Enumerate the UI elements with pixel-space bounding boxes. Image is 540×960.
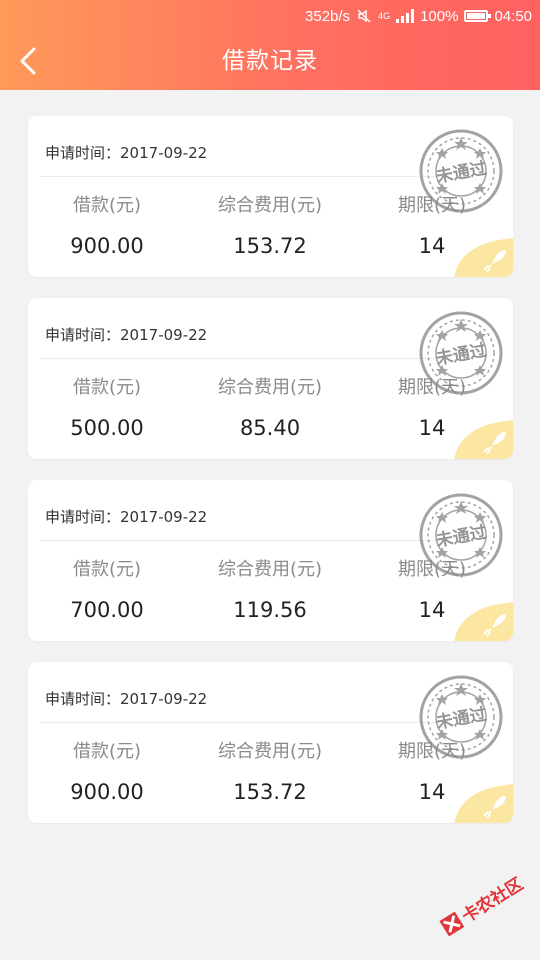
- fee-value: 119.56: [233, 598, 307, 622]
- battery-percent: 100%: [420, 7, 459, 25]
- rocket-corner-icon: [454, 420, 513, 459]
- loan-record-card[interactable]: 申请时间：2017-09-22 未通过 借款(元) 500.00 综合费用(元)…: [28, 298, 513, 459]
- amount-label: 借款(元): [72, 741, 142, 762]
- fee-label: 综合费用(元): [217, 559, 323, 580]
- amount-label: 借款(元): [72, 377, 142, 398]
- date-value: 2017-09-22: [120, 326, 208, 344]
- clock: 04:50: [494, 7, 532, 25]
- rocket-corner-icon: [454, 602, 513, 641]
- date-label: 申请时间：: [45, 690, 121, 708]
- community-watermark-logo: 卡农社区: [439, 873, 527, 937]
- amount-label: 借款(元): [72, 559, 142, 580]
- loan-record-card[interactable]: 申请时间：2017-09-22 未通过 借款(元) 900.00 综合费用(元)…: [28, 116, 513, 277]
- loan-record-card[interactable]: 申请时间：2017-09-22 未通过 借款(元) 700.00 综合费用(元)…: [28, 480, 513, 641]
- amount-column: 借款(元) 700.00: [32, 558, 182, 624]
- rocket-corner-icon: [454, 238, 513, 277]
- rocket-corner-icon: [454, 784, 513, 823]
- date-label: 申请时间：: [45, 144, 121, 162]
- svg-text:未通过: 未通过: [433, 340, 488, 370]
- divider: [40, 722, 441, 723]
- loan-record-card[interactable]: 申请时间：2017-09-22 未通过 借款(元) 900.00 综合费用(元)…: [28, 662, 513, 823]
- amount-value: 900.00: [70, 780, 144, 804]
- svg-text:未通过: 未通过: [433, 158, 488, 188]
- fee-column: 综合费用(元) 85.40: [195, 376, 345, 442]
- amount-value: 500.00: [70, 416, 144, 440]
- amount-column: 借款(元) 900.00: [32, 194, 182, 260]
- date-value: 2017-09-22: [120, 690, 208, 708]
- top-header: 352b/s 4G 100% 04:50 借款记录: [0, 0, 540, 90]
- date-value: 2017-09-22: [120, 144, 208, 162]
- network-speed: 352b/s: [305, 7, 351, 25]
- page-title: 借款记录: [222, 48, 318, 74]
- date-label: 申请时间：: [45, 326, 121, 344]
- term-label: 期限(天): [397, 195, 467, 216]
- fee-value: 85.40: [239, 416, 301, 440]
- fee-label: 综合费用(元): [217, 195, 323, 216]
- date-value: 2017-09-22: [120, 508, 208, 526]
- date-label: 申请时间：: [45, 508, 121, 526]
- divider: [40, 176, 441, 177]
- fee-label: 综合费用(元): [217, 377, 323, 398]
- status-bar: 352b/s 4G 100% 04:50: [305, 4, 532, 28]
- term-label: 期限(天): [397, 377, 467, 398]
- application-date: 申请时间：2017-09-22: [45, 688, 207, 709]
- svg-text:未通过: 未通过: [433, 704, 488, 734]
- amount-value: 700.00: [70, 598, 144, 622]
- application-date: 申请时间：2017-09-22: [45, 506, 207, 527]
- amount-value: 900.00: [70, 234, 144, 258]
- term-label: 期限(天): [397, 741, 467, 762]
- fee-value: 153.72: [233, 780, 307, 804]
- term-label: 期限(天): [397, 559, 467, 580]
- fee-column: 综合费用(元) 153.72: [195, 740, 345, 806]
- battery-icon: [464, 10, 492, 22]
- svg-text:卡农社区: 卡农社区: [458, 873, 527, 927]
- svg-text:未通过: 未通过: [433, 522, 488, 552]
- application-date: 申请时间：2017-09-22: [45, 324, 207, 345]
- divider: [40, 358, 441, 359]
- divider: [40, 540, 441, 541]
- fee-column: 综合费用(元) 153.72: [195, 194, 345, 260]
- application-date: 申请时间：2017-09-22: [45, 142, 207, 163]
- network-type: 4G: [378, 11, 391, 21]
- amount-label: 借款(元): [72, 195, 142, 216]
- amount-column: 借款(元) 900.00: [32, 740, 182, 806]
- signal-icon: [396, 9, 415, 23]
- fee-value: 153.72: [233, 234, 307, 258]
- mute-icon: [357, 9, 371, 23]
- amount-column: 借款(元) 500.00: [32, 376, 182, 442]
- loan-record-list: 申请时间：2017-09-22 未通过 借款(元) 900.00 综合费用(元)…: [28, 116, 513, 844]
- fee-column: 综合费用(元) 119.56: [195, 558, 345, 624]
- fee-label: 综合费用(元): [217, 741, 323, 762]
